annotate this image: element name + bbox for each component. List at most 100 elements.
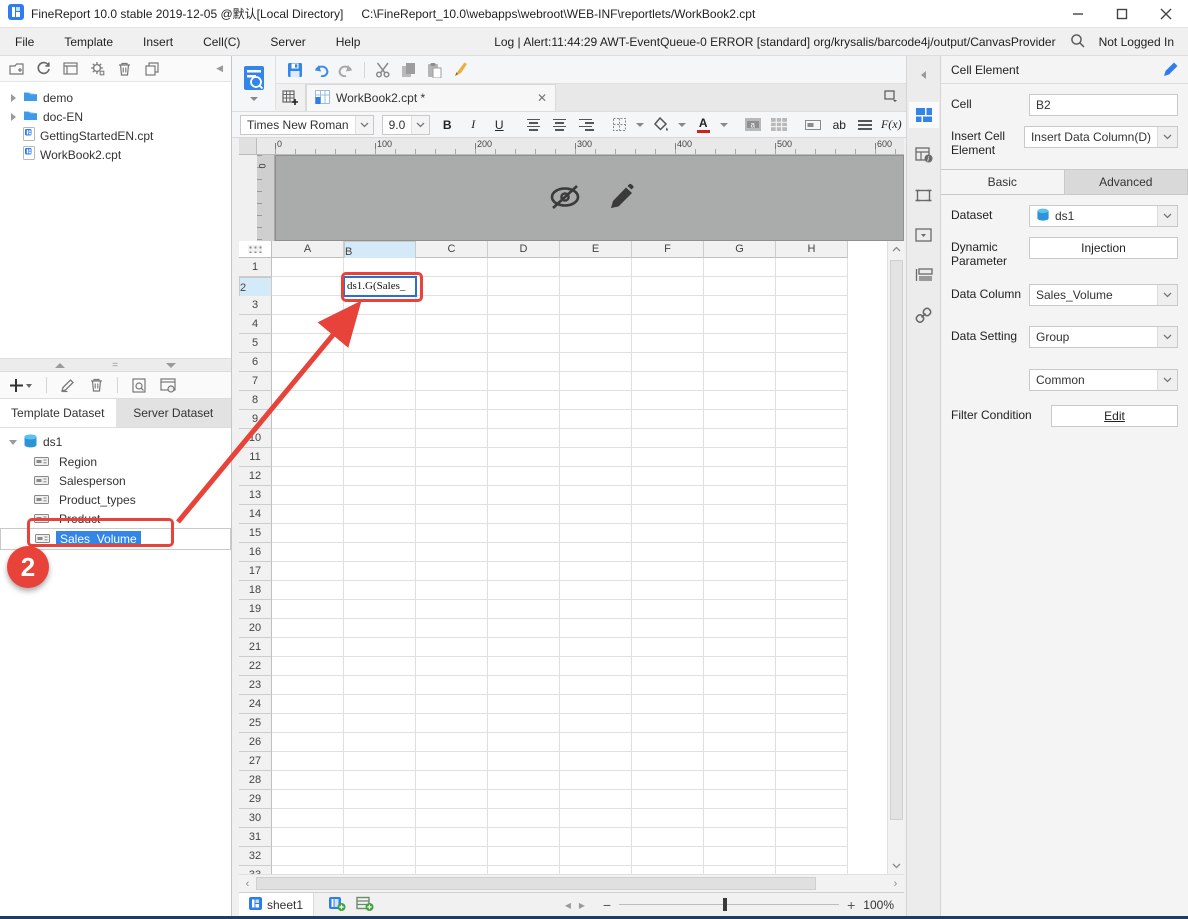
- borders-dropdown-caret[interactable]: [636, 123, 644, 127]
- file-tree-item-demo[interactable]: demo: [0, 88, 231, 107]
- column-header-h[interactable]: H: [776, 241, 848, 258]
- cell-b5[interactable]: [344, 334, 416, 353]
- cell-f26[interactable]: [632, 733, 704, 752]
- cell-b14[interactable]: [344, 505, 416, 524]
- preview-dropdown-caret[interactable]: [250, 97, 258, 101]
- cell-c30[interactable]: [416, 809, 488, 828]
- row-header-1[interactable]: 1: [239, 258, 272, 277]
- dataset-field-product[interactable]: Product: [0, 509, 231, 528]
- cell-g9[interactable]: [704, 410, 776, 429]
- cell-c6[interactable]: [416, 353, 488, 372]
- cell-d17[interactable]: [488, 562, 560, 581]
- template-preview-button[interactable]: [232, 56, 276, 110]
- redo-icon[interactable]: [338, 61, 355, 78]
- cell-f16[interactable]: [632, 543, 704, 562]
- cell-c26[interactable]: [416, 733, 488, 752]
- row-header-18[interactable]: 18: [239, 581, 272, 600]
- font-family-select[interactable]: Times New Roman: [240, 115, 374, 135]
- column-header-g[interactable]: G: [704, 241, 776, 258]
- cell-c19[interactable]: [416, 600, 488, 619]
- cell-b26[interactable]: [344, 733, 416, 752]
- cell-g6[interactable]: [704, 353, 776, 372]
- row-header-27[interactable]: 27: [239, 752, 272, 771]
- cell-a15[interactable]: [272, 524, 344, 543]
- condition-attributes-tab-icon[interactable]: [909, 222, 939, 248]
- zoom-out-button[interactable]: −: [603, 897, 611, 913]
- menu-item-insert[interactable]: Insert: [128, 28, 188, 56]
- cell-g30[interactable]: [704, 809, 776, 828]
- cell-e3[interactable]: [560, 296, 632, 315]
- cell-h2[interactable]: [776, 277, 848, 296]
- row-header-8[interactable]: 8: [239, 391, 272, 410]
- font-color-dropdown-caret[interactable]: [720, 123, 728, 127]
- hyperlink-tab-icon[interactable]: [909, 302, 939, 328]
- cell-c9[interactable]: [416, 410, 488, 429]
- cell-h7[interactable]: [776, 372, 848, 391]
- vscroll-thumb[interactable]: [890, 260, 903, 820]
- cell-g21[interactable]: [704, 638, 776, 657]
- formula-button[interactable]: F(x): [882, 115, 900, 135]
- cell-g5[interactable]: [704, 334, 776, 353]
- cell-a19[interactable]: [272, 600, 344, 619]
- cell-e26[interactable]: [560, 733, 632, 752]
- cell-e6[interactable]: [560, 353, 632, 372]
- injection-button[interactable]: Injection: [1029, 237, 1178, 259]
- cell-h3[interactable]: [776, 296, 848, 315]
- tab-sheet1[interactable]: sheet1: [239, 893, 314, 916]
- rich-text-icon[interactable]: [856, 115, 874, 135]
- cell-a13[interactable]: [272, 486, 344, 505]
- cell-g13[interactable]: [704, 486, 776, 505]
- cell-g10[interactable]: [704, 429, 776, 448]
- splitter-up-icon[interactable]: [55, 363, 65, 368]
- cell-e18[interactable]: [560, 581, 632, 600]
- cell-d18[interactable]: [488, 581, 560, 600]
- dataset-root[interactable]: ds1: [0, 432, 231, 452]
- row-header-28[interactable]: 28: [239, 771, 272, 790]
- fill-dropdown-caret[interactable]: [678, 123, 686, 127]
- cell-e14[interactable]: [560, 505, 632, 524]
- cell-a10[interactable]: [272, 429, 344, 448]
- cell-d19[interactable]: [488, 600, 560, 619]
- cell-g29[interactable]: [704, 790, 776, 809]
- collapse-right-panel-icon[interactable]: [909, 62, 939, 88]
- cell-a9[interactable]: [272, 410, 344, 429]
- row-header-23[interactable]: 23: [239, 676, 272, 695]
- cell-e23[interactable]: [560, 676, 632, 695]
- cell-f13[interactable]: [632, 486, 704, 505]
- maximize-button[interactable]: [1100, 0, 1144, 28]
- cell-g33[interactable]: [704, 866, 776, 874]
- cell-h11[interactable]: [776, 448, 848, 467]
- copy-doc-icon[interactable]: [400, 61, 417, 78]
- spreadsheet[interactable]: ABCDEFGH12ds1.G(Sales_345678910111213141…: [239, 241, 848, 874]
- zoom-in-button[interactable]: +: [847, 897, 855, 913]
- cell-h14[interactable]: [776, 505, 848, 524]
- cell-h5[interactable]: [776, 334, 848, 353]
- cell-b10[interactable]: [344, 429, 416, 448]
- cell-f25[interactable]: [632, 714, 704, 733]
- cell-e5[interactable]: [560, 334, 632, 353]
- cell-e28[interactable]: [560, 771, 632, 790]
- cell-c15[interactable]: [416, 524, 488, 543]
- delete-icon[interactable]: [116, 60, 133, 77]
- font-color-button[interactable]: A: [694, 115, 712, 135]
- cell-e33[interactable]: [560, 866, 632, 874]
- expand-icon[interactable]: [8, 113, 18, 121]
- cell-a27[interactable]: [272, 752, 344, 771]
- sheet-prev-icon[interactable]: ◂: [565, 898, 571, 912]
- cell-a21[interactable]: [272, 638, 344, 657]
- align-center-icon[interactable]: [550, 115, 568, 135]
- cell-a17[interactable]: [272, 562, 344, 581]
- cell-b4[interactable]: [344, 315, 416, 334]
- unmerge-cells-icon[interactable]: [770, 115, 788, 135]
- cell-g3[interactable]: [704, 296, 776, 315]
- cell-b13[interactable]: [344, 486, 416, 505]
- cell-b31[interactable]: [344, 828, 416, 847]
- cell-c20[interactable]: [416, 619, 488, 638]
- row-header-3[interactable]: 3: [239, 296, 272, 315]
- chevron-down-icon[interactable]: [1157, 127, 1177, 147]
- cell-d11[interactable]: [488, 448, 560, 467]
- cell-h19[interactable]: [776, 600, 848, 619]
- bold-button[interactable]: B: [438, 115, 456, 135]
- row-header-16[interactable]: 16: [239, 543, 272, 562]
- cell-b11[interactable]: [344, 448, 416, 467]
